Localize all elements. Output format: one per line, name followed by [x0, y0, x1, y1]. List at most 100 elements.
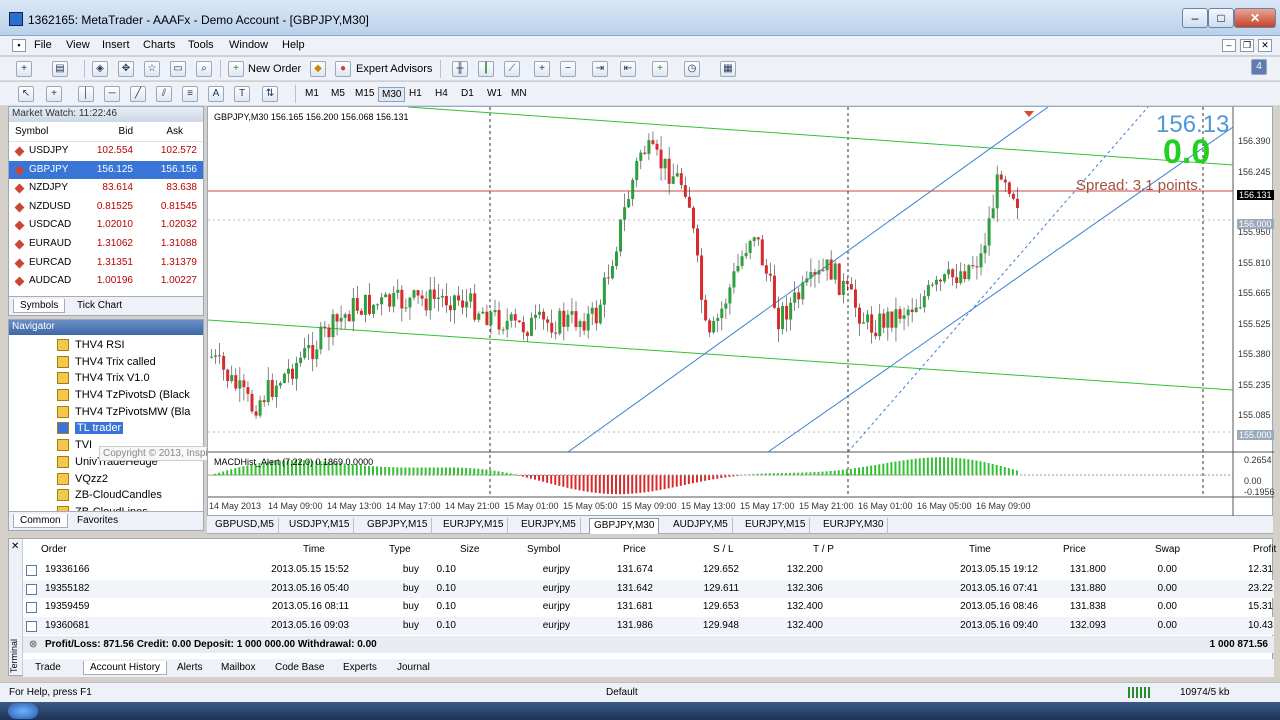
navigator-item[interactable]: THV4 Trix called	[9, 354, 203, 371]
new-chart-icon[interactable]: +	[16, 61, 32, 77]
label-tool-button[interactable]: T	[234, 86, 250, 102]
terminal-column-header[interactable]: Profit	[1253, 544, 1276, 555]
market-watch-row[interactable]: AUDCAD 1.00196 1.00227	[9, 272, 203, 291]
market-watch-row[interactable]: NZDJPY 83.614 83.638	[9, 179, 203, 198]
terminal-tab[interactable]: Code Base	[269, 661, 330, 674]
timeframe-h1[interactable]: H1	[406, 87, 425, 100]
terminal-tab[interactable]: Alerts	[171, 661, 209, 674]
chart-tab[interactable]: EURJPY,M30	[819, 518, 889, 534]
chart-tab[interactable]: EURJPY,M15	[741, 518, 811, 534]
navigator-item[interactable]: THV4 RSI	[9, 337, 203, 354]
menu-help[interactable]: Help	[282, 39, 305, 51]
candlestick-icon[interactable]: ┃	[478, 61, 494, 77]
menu-charts[interactable]: Charts	[143, 39, 175, 51]
terminal-column-header[interactable]: Price	[623, 544, 646, 555]
tab-common[interactable]: Common	[13, 514, 68, 528]
metaeditor-icon[interactable]: ◆	[310, 61, 326, 77]
chart-tab[interactable]: EURJPY,M15	[439, 518, 509, 534]
terminal-column-header[interactable]: Order	[41, 544, 67, 555]
data-window-icon[interactable]: ✥	[118, 61, 134, 77]
chart-shift-icon[interactable]: ⇤	[620, 61, 636, 77]
terminal-tab[interactable]: Experts	[337, 661, 383, 674]
text-tool-button[interactable]: A	[208, 86, 224, 102]
notifications-icon[interactable]: 4	[1251, 59, 1267, 75]
terminal-tab[interactable]: Mailbox	[215, 661, 261, 674]
terminal-tab[interactable]: Account History	[83, 661, 168, 675]
symbol-column-header[interactable]: Symbol	[15, 126, 48, 137]
menu-window[interactable]: Window	[229, 39, 268, 51]
arrows-icon[interactable]: ⇅	[262, 86, 278, 102]
timeframe-h4[interactable]: H4	[432, 87, 451, 100]
navigator-item[interactable]: THV4 Trix V1.0	[9, 370, 203, 387]
start-icon[interactable]	[8, 703, 38, 719]
market-watch-icon[interactable]: ◈	[92, 61, 108, 77]
tab-tick-chart[interactable]: Tick Chart	[71, 299, 128, 312]
terminal-column-header[interactable]: Price	[1063, 544, 1086, 555]
terminal-column-header[interactable]: Size	[460, 544, 479, 555]
market-watch-row[interactable]: EURAUD 1.31062 1.31088	[9, 235, 203, 254]
navigator-item[interactable]: THV4 TzPivotsD (Black	[9, 387, 203, 404]
indicators-icon[interactable]: +	[652, 61, 668, 77]
terminal-column-header[interactable]: T / P	[813, 544, 834, 555]
trendline-icon[interactable]: ╱	[130, 86, 146, 102]
terminal-column-header[interactable]: Symbol	[527, 544, 560, 555]
table-row[interactable]: 19355182 2013.05.16 05:40 buy 0.10 eurjpy 131…	[23, 579, 1274, 598]
table-row[interactable]: 19360681 2013.05.16 09:03 buy 0.10 eurjpy 131…	[23, 616, 1274, 635]
timeframe-m5[interactable]: M5	[328, 87, 348, 100]
mdi-close-button[interactable]: ✕	[1258, 39, 1272, 52]
market-watch-row[interactable]: USDCAD 1.02010 1.02032	[9, 216, 203, 235]
terminal-column-header[interactable]: Type	[389, 544, 411, 555]
navigator-item[interactable]: THV4 TzPivotsMW (Bla	[9, 404, 203, 421]
fibonacci-icon[interactable]: ≡	[182, 86, 198, 102]
channel-icon[interactable]: ⫽	[156, 86, 172, 102]
terminal-column-header[interactable]: Swap	[1155, 544, 1180, 555]
market-watch-row[interactable]: EURCAD 1.31351 1.31379	[9, 254, 203, 273]
auto-scroll-icon[interactable]: ⇥	[592, 61, 608, 77]
strategy-tester-icon[interactable]: ⌕	[196, 61, 212, 77]
price-chart[interactable]	[208, 107, 1274, 517]
periods-icon[interactable]: ◷	[684, 61, 700, 77]
chart-tab[interactable]: GBPJPY,M30	[589, 518, 660, 534]
new-order-button[interactable]: New Order	[248, 61, 301, 78]
bar-chart-icon[interactable]: ╫	[452, 61, 468, 77]
timeframe-w1[interactable]: W1	[484, 87, 505, 100]
menu-tools[interactable]: Tools	[188, 39, 214, 51]
zoom-out-icon[interactable]: −	[560, 61, 576, 77]
maximize-button[interactable]: □	[1208, 8, 1234, 28]
menu-file[interactable]: File	[34, 39, 52, 51]
terminal-icon[interactable]: ▭	[170, 61, 186, 77]
timeframe-mn[interactable]: MN	[508, 87, 530, 100]
navigator-item[interactable]: ZB-CloudCandles	[9, 487, 203, 504]
ask-column-header[interactable]: Ask	[166, 126, 183, 137]
chart-window[interactable]: GBPJPY,M30 156.165 156.200 156.068 156.1…	[207, 106, 1275, 517]
market-watch-row[interactable]: NZDUSD 0.81525 0.81545	[9, 198, 203, 217]
document-icon[interactable]: ▪	[12, 39, 26, 52]
chart-tab[interactable]: USDJPY,M15	[285, 518, 355, 534]
table-row[interactable]: 19359459 2013.05.16 08:11 buy 0.10 eurjpy 131…	[23, 598, 1274, 617]
status-profile[interactable]: Default	[606, 687, 638, 698]
templates-icon[interactable]: ▦	[720, 61, 736, 77]
crosshair-icon[interactable]: +	[46, 86, 62, 102]
chart-tab[interactable]: AUDJPY,M5	[669, 518, 733, 534]
expert-advisors-button[interactable]: Expert Advisors	[356, 61, 432, 78]
chart-tab[interactable]: EURJPY,M5	[517, 518, 581, 534]
collapse-icon[interactable]: ⊗	[29, 636, 37, 653]
close-button[interactable]: ✕	[1234, 8, 1276, 28]
zoom-in-icon[interactable]: +	[534, 61, 550, 77]
tab-favorites[interactable]: Favorites	[71, 514, 124, 527]
navigator-item[interactable]: TL trader	[9, 420, 203, 437]
tab-symbols[interactable]: Symbols	[13, 299, 66, 313]
chart-tab[interactable]: GBPUSD,M5	[211, 518, 279, 534]
line-chart-icon[interactable]: ⟋	[504, 61, 520, 77]
timeframe-m15[interactable]: M15	[352, 87, 377, 100]
market-watch-row[interactable]: GBPJPY 156.125 156.156	[9, 160, 203, 180]
close-terminal-icon[interactable]: ✕	[11, 541, 19, 552]
menu-insert[interactable]: Insert	[102, 39, 130, 51]
cursor-icon[interactable]: ↖	[18, 86, 34, 102]
minimize-button[interactable]: –	[1182, 8, 1208, 28]
navigator-icon[interactable]: ☆	[144, 61, 160, 77]
bid-column-header[interactable]: Bid	[119, 126, 133, 137]
chart-shift-marker[interactable]	[1024, 111, 1034, 117]
menu-view[interactable]: View	[66, 39, 90, 51]
navigator-item[interactable]: VQzz2	[9, 471, 203, 488]
